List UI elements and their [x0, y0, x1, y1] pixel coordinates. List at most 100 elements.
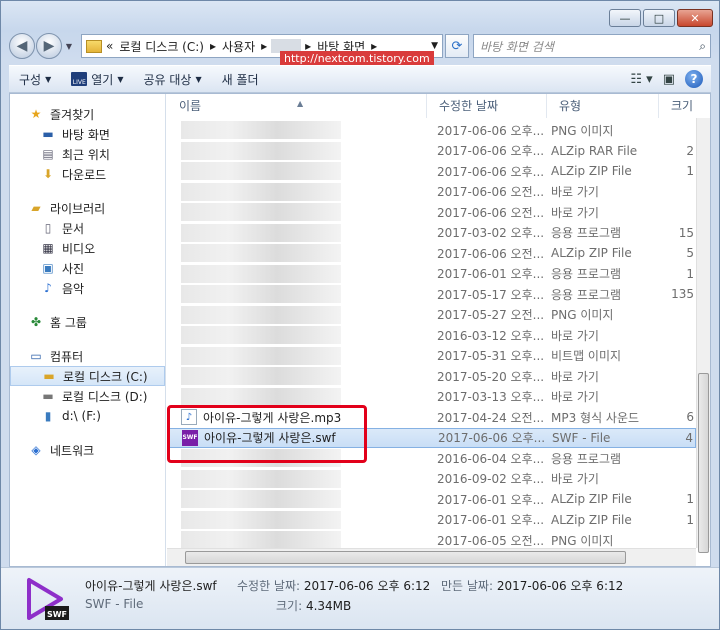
maximize-button[interactable]: □ [643, 9, 675, 27]
file-type-cell: SWF - File [552, 430, 611, 445]
blurred-file-name [181, 346, 341, 365]
vertical-scroll-thumb[interactable] [698, 373, 709, 553]
nav-desktop[interactable]: ▬ 바탕 화면 [10, 124, 165, 144]
table-row[interactable]: 2017-06-06 오전... 바로 가기 [167, 182, 696, 203]
details-modified: 수정한 날짜: 2017-06-06 오후 6:12 [237, 577, 430, 594]
recent-pages-dropdown[interactable]: ▼ [63, 42, 75, 51]
blurred-file-name [181, 244, 341, 263]
column-header-type[interactable]: 유형 [547, 94, 659, 118]
column-header-size[interactable]: 크기 [659, 94, 710, 118]
search-placeholder: 바탕 화면 검색 [480, 39, 554, 54]
file-name: 아이유-그렇게 사랑은.swf [204, 431, 336, 446]
removable-drive-icon: ▮ [44, 409, 52, 423]
table-row[interactable]: 2017-06-06 오전... 바로 가기 [167, 202, 696, 223]
table-row[interactable]: 2016-06-04 오후... 응용 프로그램 [167, 448, 696, 469]
table-row[interactable]: 2017-05-27 오전... PNG 이미지 [167, 305, 696, 326]
nav-label: 음악 [62, 281, 85, 296]
recent-places-icon: ▤ [42, 147, 54, 161]
file-type-cell: ALZip ZIP File [551, 164, 632, 179]
open-label: 열기 [91, 72, 114, 87]
breadcrumb-users[interactable]: 사용자 [222, 38, 255, 55]
blurred-file-name [181, 285, 341, 304]
nav-favorites[interactable]: ★ 즐겨찾기 [10, 104, 165, 124]
table-row[interactable]: 2017-06-06 오후... PNG 이미지 [167, 120, 696, 141]
share-button[interactable]: 공유 대상 ▼ [134, 71, 212, 88]
nav-videos[interactable]: ▦ 비디오 [10, 238, 165, 258]
view-options-icon[interactable]: ☷ ▾ [630, 72, 652, 87]
table-row[interactable]: SWF 아이유-그렇게 사랑은.swf 2017-06-06 오후... SWF - … [167, 427, 696, 448]
details-label: 만든 날짜: [441, 579, 494, 593]
file-type-cell: 바로 가기 [551, 185, 599, 200]
search-icon[interactable]: ⌕ [699, 39, 706, 54]
nav-network[interactable]: ◈ 네트워크 [10, 440, 165, 460]
search-box[interactable]: 바탕 화면 검색 ⌕ [473, 34, 711, 58]
table-row[interactable]: 2017-05-20 오후... 바로 가기 [167, 366, 696, 387]
close-button[interactable]: ✕ [677, 9, 713, 27]
table-row[interactable]: ♪ 아이유-그렇게 사랑은.mp3 2017-04-24 오전... MP3 형식 사… [167, 407, 696, 428]
column-header-name[interactable]: ▲ 이름 [167, 94, 427, 118]
organize-button[interactable]: 구성 ▼ [9, 71, 61, 88]
table-row[interactable]: 2017-06-06 오후... ALZip ZIP File 1 [167, 161, 696, 182]
nav-homegroup[interactable]: ✤ 홈 그룹 [10, 312, 165, 332]
file-size-cell: 15 [678, 225, 694, 240]
table-row[interactable]: 2016-03-12 오후... 바로 가기 [167, 325, 696, 346]
breadcrumb-separator[interactable]: ▸ [261, 39, 267, 53]
sort-ascending-icon: ▲ [297, 99, 304, 108]
swf-file-icon: SWF [27, 578, 69, 620]
nav-disk-c[interactable]: ▬ 로컬 디스크 (C:) [10, 366, 165, 386]
new-folder-button[interactable]: 새 폴더 [212, 71, 269, 88]
open-button[interactable]: LIVE 열기 ▼ [61, 71, 133, 88]
file-name-cell [167, 285, 427, 304]
table-row[interactable]: 2017-03-02 오후... 응용 프로그램 15 [167, 223, 696, 244]
address-dropdown-icon[interactable]: ▼ [431, 41, 438, 51]
table-row[interactable]: 2016-09-02 오후... 바로 가기 [167, 469, 696, 490]
forward-button[interactable]: ▶ [36, 33, 62, 59]
preview-pane-icon[interactable]: ▣ [663, 72, 675, 87]
nav-pictures[interactable]: ▣ 사진 [10, 258, 165, 278]
refresh-button[interactable]: ⟳ [445, 34, 469, 58]
table-row[interactable]: 2017-06-06 오전... ALZip ZIP File 5 [167, 243, 696, 264]
nav-documents[interactable]: ▯ 문서 [10, 218, 165, 238]
back-button[interactable]: ◀ [9, 33, 35, 59]
table-row[interactable]: 2017-06-06 오후... ALZip RAR File 2 [167, 141, 696, 162]
table-row[interactable]: 2017-06-01 오후... ALZip ZIP File 1 [167, 510, 696, 531]
swf-file-icon: SWF [182, 429, 198, 446]
table-row[interactable]: 2017-05-17 오후... 응용 프로그램 135 [167, 284, 696, 305]
file-date-cell: 2017-06-06 오후... [437, 144, 545, 159]
vertical-scrollbar[interactable] [696, 118, 710, 553]
nav-recent[interactable]: ▤ 최근 위치 [10, 144, 165, 164]
file-name-cell [167, 346, 427, 365]
file-name-cell [167, 305, 427, 324]
table-row[interactable]: 2017-03-13 오후... 바로 가기 [167, 387, 696, 408]
column-header-modified[interactable]: 수정한 날짜 [427, 94, 547, 118]
file-type-cell: ALZip ZIP File [551, 492, 632, 507]
file-date-cell: 2017-06-06 오후... [437, 164, 545, 179]
file-type-cell: 바로 가기 [551, 328, 599, 343]
minimize-button[interactable]: — [609, 9, 641, 27]
computer-icon: ▭ [30, 349, 42, 363]
nav-libraries[interactable]: ▰ 라이브러리 [10, 198, 165, 218]
file-date-cell: 2017-06-01 오후... [437, 492, 545, 507]
blurred-file-name [181, 305, 341, 324]
chevron-down-icon: ▼ [195, 74, 202, 84]
nav-music[interactable]: ♪ 음악 [10, 278, 165, 298]
table-row[interactable]: 2017-05-31 오후... 비트맵 이미지 [167, 346, 696, 367]
table-row[interactable]: 2017-06-01 오후... 응용 프로그램 1 [167, 264, 696, 285]
file-list: ▲ 이름 수정한 날짜 유형 크기 2017-06-06 오후... PNG 이미… [167, 94, 710, 566]
breadcrumb-separator[interactable]: ▸ [210, 39, 216, 53]
nav-downloads[interactable]: ⬇ 다운로드 [10, 164, 165, 184]
address-overflow[interactable]: « [106, 39, 113, 53]
file-type-cell: PNG 이미지 [551, 308, 614, 323]
desktop-icon: ▬ [42, 127, 54, 141]
mp3-file-icon: ♪ [181, 409, 197, 426]
help-icon[interactable]: ? [685, 70, 703, 88]
table-row[interactable]: 2017-06-01 오후... ALZip ZIP File 1 [167, 489, 696, 510]
nav-disk-d[interactable]: ▬ 로컬 디스크 (D:) [10, 386, 165, 406]
horizontal-scroll-thumb[interactable] [185, 551, 626, 564]
blurred-file-name [181, 469, 341, 488]
horizontal-scrollbar[interactable] [167, 548, 696, 566]
nav-computer[interactable]: ▭ 컴퓨터 [10, 346, 165, 366]
breadcrumb-disk-c[interactable]: 로컬 디스크 (C:) [119, 38, 204, 55]
nav-drive-f[interactable]: ▮ d:\ (F:) [10, 406, 165, 426]
file-date-cell: 2017-05-17 오후... [437, 287, 545, 302]
